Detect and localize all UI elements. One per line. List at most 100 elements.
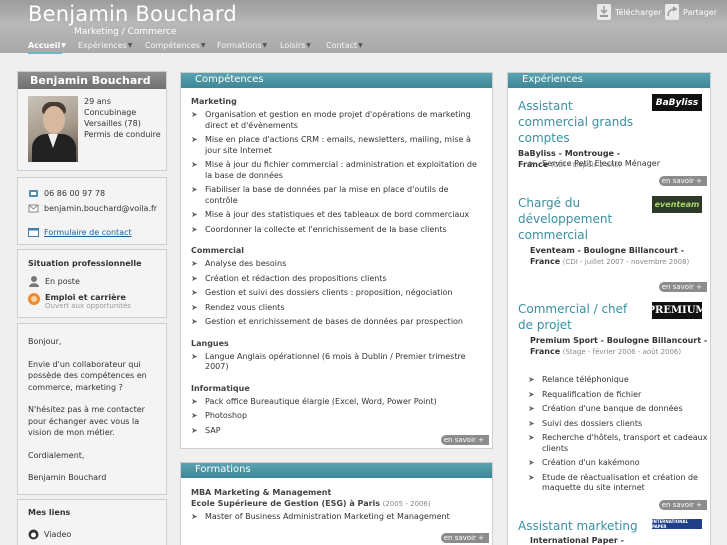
situation-card: Situation professionnelle En poste Emplo… [17,249,167,318]
nav-item-competences[interactable]: Compétences ▼ [145,41,206,50]
bullet-arrow-icon: ➤ [191,302,198,312]
share-label: Partager [683,7,717,17]
experience-item-4: Assistant marketing [518,518,668,534]
competences-title: Compétences [181,73,492,88]
user-icon [29,276,39,287]
bullet-arrow-icon: ➤ [528,404,535,413]
experience-company: Premium Sport - Boulogne Billancourt - F… [530,336,708,356]
chevron-down-icon: ▼ [358,42,363,49]
page-header: Benjamin Bouchard Marketing / Commerce T… [0,0,727,53]
experience-title[interactable]: Assistant commercial grands comptes [518,98,644,146]
message-card: Bonjour, Envie d'un collaborateur qui po… [17,323,167,495]
share-icon [665,4,679,20]
contact-card: 06 86 00 97 78 benjamin.bouchard@voila.f… [17,177,167,245]
experience-item-2: Chargé du développement commercial [518,195,644,243]
bullet-arrow-icon: ➤ [528,458,535,467]
experience-more-button[interactable]: en savoir + [659,500,707,510]
experience-bullet: ➤ Recherche d'hôtels, transport et cadeau… [528,433,708,453]
competence-item: ➤ Langue Anglais opérationnel (6 mois à D… [191,351,466,372]
experience-title[interactable]: Assistant marketing [518,518,668,534]
viadeo-link[interactable]: Viadeo [28,529,166,540]
message-signature: Benjamin Bouchard [28,473,107,482]
download-button[interactable]: Télécharger [597,4,661,20]
profile-license: Permis de conduire [84,130,161,139]
bullet-arrow-icon: ➤ [191,160,198,169]
career-icon [28,293,40,305]
international-paper-logo: INTERNATIONAL PAPER [652,519,702,529]
bullet-arrow-icon: ➤ [191,288,198,297]
job-offer-link[interactable]: Emploi et carrière Ouvert aux opportunit… [28,293,166,310]
phone-line: 06 86 00 97 78 [28,187,166,199]
experience-bullet: ➤ Création d'une banque de données [528,404,683,413]
profile-name: Benjamin Bouchard [18,72,166,89]
bullet-arrow-icon: ➤ [528,389,535,399]
nav-item-contact[interactable]: Contact ▼ [326,41,363,50]
formation-years: (2005 - 2006) [382,500,431,508]
bullet-arrow-icon: ➤ [191,110,198,119]
experience-title[interactable]: Chargé du développement commercial [518,195,644,243]
experience-more-button[interactable]: en savoir + [659,282,707,292]
experience-title[interactable]: Commercial / chef de projet [518,301,644,333]
chevron-down-icon: ▼ [262,42,268,49]
competences-panel: Compétences Marketing ➤ Organisation et ge… [180,72,493,449]
competence-item: ➤ Gestion et enrichissement de bases de d… [191,317,463,326]
premium-logo: PREMIUM [648,302,707,319]
competence-item: ➤ Mise à jour des statistiques et des tab… [191,210,470,219]
links-card: Mes liens Viadeo [17,499,167,545]
email-line[interactable]: benjamin.bouchard@voila.fr [28,202,166,214]
contact-form-link[interactable]: Formulaire de contact [28,226,166,238]
bullet-arrow-icon: ➤ [528,433,535,442]
bullet-arrow-icon: ➤ [191,273,198,283]
download-label: Télécharger [615,7,662,17]
profile-info: 29 ans Concubinage Versailles (78) Permi… [84,96,161,140]
formations-title: Formations [181,463,492,478]
formations-more-button[interactable]: en savoir + [441,533,489,543]
competence-item: ➤ Mise à jour du fichier commercial : adm… [191,160,477,180]
competence-item: ➤ Organisation et gestion en mode projet … [191,110,471,130]
competences-list: Marketing ➤ Organisation et gestion en mod… [181,97,492,436]
bullet-arrow-icon: ➤ [191,425,198,435]
competence-category: Informatique [191,383,250,393]
competence-item: ➤ Analyse des besoins [191,259,287,268]
formation-item: ➤ Master of Business Administration Marke… [191,512,450,521]
competence-item: ➤ Rendez vous clients [191,302,285,312]
experience-more-button[interactable]: en savoir + [659,176,707,186]
experience-item-3: Commercial / chef de projet [518,301,644,333]
experience-bullet: ➤ Suivi des dossiers clients [528,418,643,428]
share-button[interactable]: Partager [665,4,717,20]
competence-item: ➤ Gestion et suivi des dossiers clients :… [191,288,453,297]
nav-item-formations[interactable]: Formations ▼ [217,41,267,50]
message-paragraph-2: N'hésitez pas à me contacter pour échang… [28,405,145,437]
competence-category: Langues [191,338,229,348]
chevron-down-icon: ▼ [61,42,66,49]
profile-age: 29 ans [84,97,111,106]
bullet-arrow-icon: ➤ [191,396,198,406]
bullet-arrow-icon: ➤ [191,259,198,268]
message-paragraph-1: Envie d'un collaborateur qui possède des… [28,359,147,392]
message-greeting: Bonjour, [28,337,62,346]
competences-more-button[interactable]: en savoir + [441,435,489,445]
experiences-panel: Expériences Assistant commercial grands … [507,72,711,545]
experience-company: Eventeam - Boulogne Billancourt - France… [530,246,690,266]
site-subtitle: Marketing / Commerce [74,27,177,37]
situation-title: Situation professionnelle [28,259,142,268]
chevron-down-icon: ▼ [306,42,311,49]
chevron-down-icon: ▼ [200,42,206,49]
profile-photo [28,96,78,162]
site-name: Benjamin Bouchard [28,2,237,26]
nav-item-experiences[interactable]: Expériences ▼ [78,41,132,50]
experience-bullet: ➤ Etude de réactualisation et création de… [528,472,698,493]
bullet-arrow-icon: ➤ [528,375,535,384]
nav-item-loisirs[interactable]: Loisirs ▼ [280,41,311,50]
bullet-arrow-icon: ➤ [191,135,198,144]
phone-icon [29,189,38,197]
message-closing: Cordialement, [28,450,85,460]
bullet-arrow-icon: ➤ [191,185,198,194]
bullet-arrow-icon: ➤ [528,472,535,482]
viadeo-icon [28,529,39,540]
bullet-arrow-icon: ➤ [191,210,198,219]
experience-company: International Paper - [530,536,624,545]
competence-item: ➤ Photoshop [191,411,248,420]
formation-school: Ecole Supérieure de Gestion (ESG) à Pari… [191,499,381,508]
nav-item-accueil[interactable]: Accueil ▼ [28,41,66,50]
